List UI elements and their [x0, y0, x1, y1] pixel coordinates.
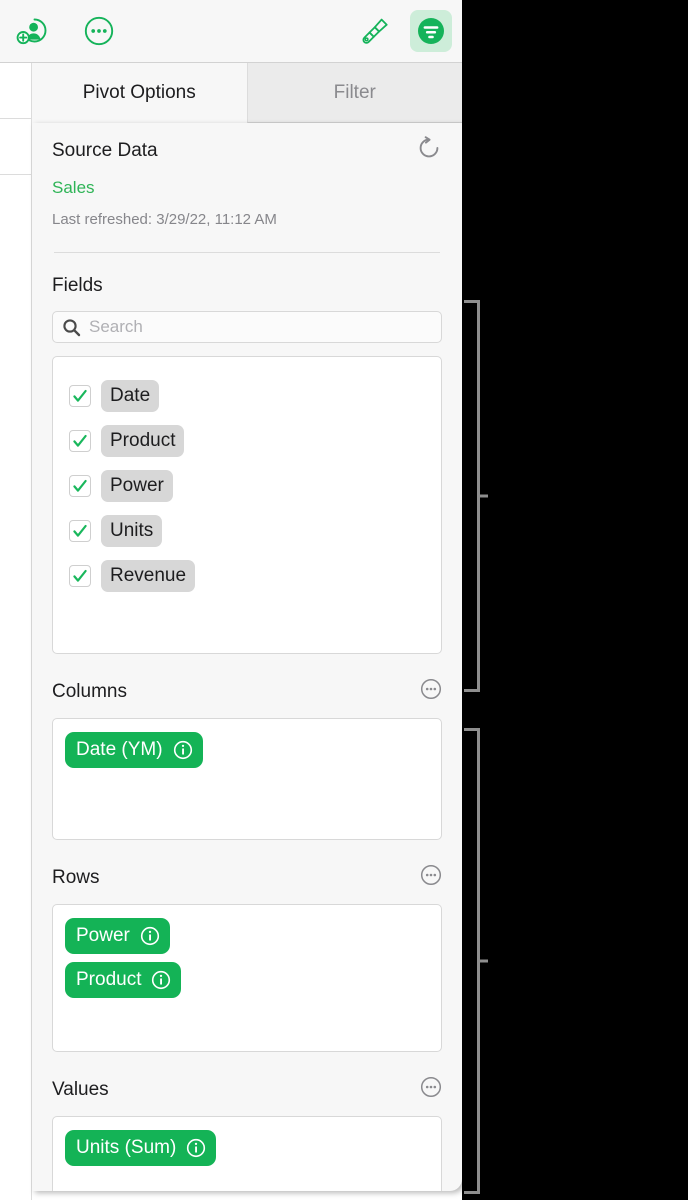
screen: Pivot Options Filter Source Data Sales L…	[0, 0, 688, 1200]
info-icon[interactable]	[186, 1138, 206, 1158]
token-label: Product	[76, 969, 142, 990]
fields-title: Fields	[52, 275, 103, 296]
organize-filter-icon	[418, 18, 444, 44]
checkmark-icon	[73, 434, 87, 447]
search-placeholder: Search	[89, 317, 143, 336]
source-data-title: Source Data	[52, 139, 158, 161]
add-person-icon	[16, 18, 47, 45]
more-options-button[interactable]	[78, 10, 120, 52]
field-checkbox[interactable]	[69, 429, 91, 452]
paintbrush-icon	[362, 18, 388, 44]
value-token-units-sum[interactable]: Units (Sum)	[65, 1130, 217, 1166]
panel-tabs: Pivot Options Filter	[32, 63, 462, 123]
refresh-icon	[419, 136, 439, 158]
columns-options-button[interactable]	[420, 678, 442, 705]
refresh-button[interactable]	[416, 135, 442, 166]
checkmark-icon	[73, 389, 87, 402]
sheet-cell[interactable]	[0, 63, 32, 119]
field-label[interactable]: Product	[101, 424, 185, 457]
search-icon	[63, 318, 81, 336]
columns-dropzone[interactable]: Date (YM)	[52, 718, 442, 840]
row-token-product[interactable]: Product	[65, 962, 182, 998]
callout-tick	[477, 494, 488, 498]
field-label[interactable]: Revenue	[101, 559, 196, 592]
token-label: Date (YM)	[76, 739, 163, 760]
info-icon[interactable]	[140, 926, 160, 946]
field-label[interactable]: Power	[101, 469, 173, 502]
info-icon[interactable]	[173, 740, 193, 760]
field-item-date[interactable]: Date	[53, 373, 441, 418]
source-last-refreshed: Last refreshed: 3/29/22, 11:12 AM	[52, 211, 277, 228]
sheet-cell[interactable]	[0, 119, 32, 175]
fields-list[interactable]: Date Product Power Units Revenue	[52, 356, 442, 654]
checkmark-icon	[73, 479, 87, 492]
values-options-button[interactable]	[420, 1076, 442, 1103]
column-token-date[interactable]: Date (YM)	[65, 732, 203, 768]
tab-pivot-options[interactable]: Pivot Options	[32, 63, 247, 123]
field-checkbox[interactable]	[69, 519, 91, 542]
add-collaborator-button[interactable]	[10, 10, 52, 52]
rows-title: Rows	[52, 866, 100, 888]
row-token-power[interactable]: Power	[65, 918, 170, 954]
organize-button[interactable]	[410, 10, 452, 52]
pivot-options-panel: Source Data Sales Last refreshed: 3/29/2…	[32, 123, 462, 1191]
values-header: Values	[52, 1076, 442, 1103]
field-item-units[interactable]: Units	[53, 508, 441, 553]
token-label: Power	[76, 925, 130, 946]
tab-label: Filter	[333, 81, 376, 103]
format-button[interactable]	[354, 10, 396, 52]
source-data-name[interactable]: Sales	[52, 178, 442, 198]
checkmark-icon	[73, 524, 87, 537]
source-data-section: Source Data Sales Last refreshed: 3/29/2…	[52, 123, 442, 228]
section-divider	[54, 252, 440, 253]
ellipsis-circle-icon	[420, 678, 442, 700]
columns-title: Columns	[52, 680, 127, 702]
toolbar	[0, 0, 462, 63]
field-item-product[interactable]: Product	[53, 418, 441, 463]
field-checkbox[interactable]	[69, 564, 91, 587]
info-icon[interactable]	[151, 970, 171, 990]
ellipsis-circle-icon	[84, 16, 114, 46]
token-label: Units (Sum)	[76, 1137, 177, 1158]
ellipsis-circle-icon	[420, 864, 442, 886]
values-title: Values	[52, 1078, 109, 1100]
field-item-revenue[interactable]: Revenue	[53, 553, 441, 598]
layout-callout-bracket	[464, 728, 488, 1194]
tab-label: Pivot Options	[82, 81, 196, 103]
values-dropzone[interactable]: Units (Sum)	[52, 1116, 442, 1191]
sheet-cell[interactable]	[0, 175, 32, 1200]
rows-options-button[interactable]	[420, 864, 442, 891]
fields-callout-bracket	[464, 300, 488, 692]
rows-dropzone[interactable]: Power Product	[52, 904, 442, 1052]
checkmark-icon	[73, 569, 87, 582]
field-search[interactable]: Search	[52, 311, 442, 343]
field-item-power[interactable]: Power	[53, 463, 441, 508]
field-label[interactable]: Date	[101, 379, 160, 412]
field-label[interactable]: Units	[101, 514, 163, 547]
callout-tick	[477, 959, 488, 963]
rows-header: Rows	[52, 864, 442, 891]
columns-header: Columns	[52, 678, 442, 705]
field-checkbox[interactable]	[69, 384, 91, 407]
field-checkbox[interactable]	[69, 474, 91, 497]
tab-filter[interactable]: Filter	[246, 63, 462, 123]
fields-section: Fields Search Date Product Power Units R…	[52, 275, 442, 654]
ellipsis-circle-icon	[420, 1076, 442, 1098]
